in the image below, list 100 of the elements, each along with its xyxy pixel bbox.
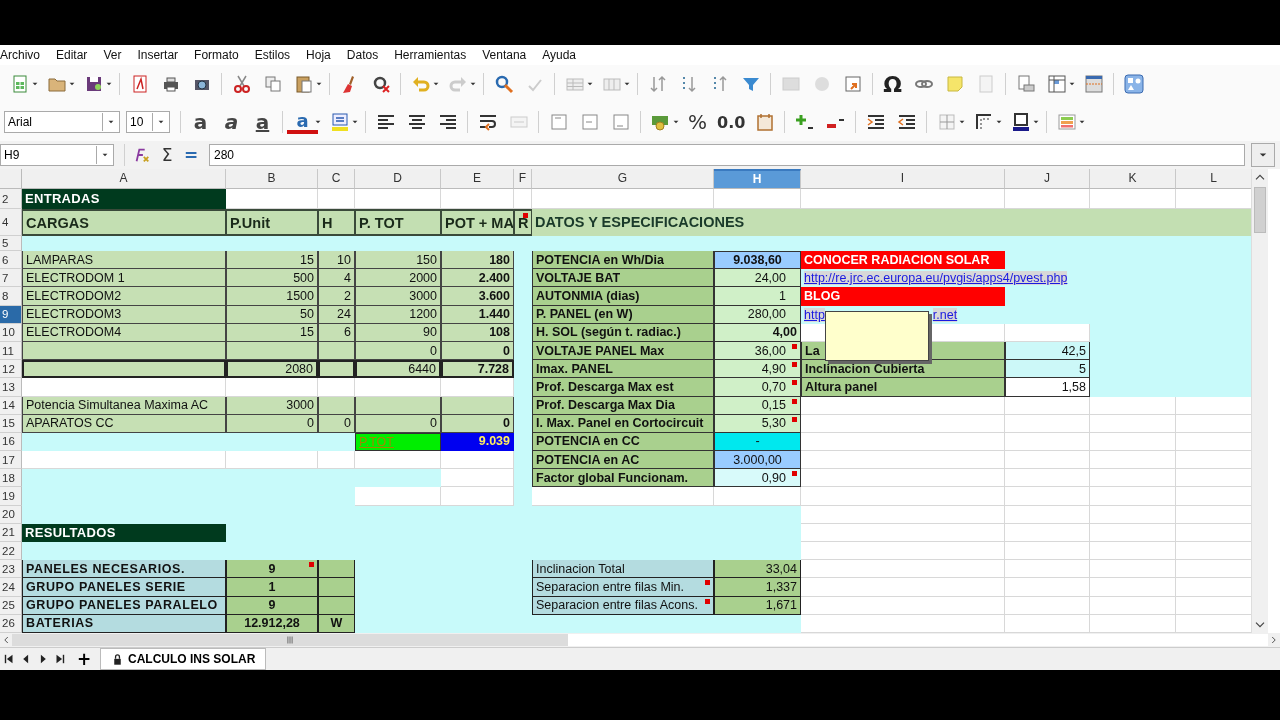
toolbar-button[interactable]: a bbox=[216, 108, 247, 136]
conditional-format-icon[interactable] bbox=[1056, 112, 1077, 132]
toolbar-button[interactable]: a bbox=[287, 110, 318, 134]
add-sheet-button[interactable]: + bbox=[72, 649, 96, 669]
increase-indent-icon[interactable] bbox=[865, 112, 886, 132]
pivot-table-icon[interactable] bbox=[842, 74, 863, 94]
sort-icon[interactable] bbox=[647, 74, 668, 94]
copy-icon[interactable] bbox=[262, 74, 283, 94]
calendar-icon[interactable] bbox=[754, 112, 775, 132]
column-header[interactable]: K bbox=[1090, 169, 1176, 189]
sheet-tab[interactable]: CALCULO INS SOLAR bbox=[100, 648, 267, 670]
highlight-icon[interactable] bbox=[329, 112, 350, 132]
cell-text: R bbox=[518, 214, 529, 231]
menu-item[interactable]: Estilos bbox=[254, 48, 291, 62]
toolbar-button[interactable]: Ω bbox=[877, 70, 908, 98]
cell-text: VOLTAJE BAT bbox=[536, 270, 621, 285]
row-header[interactable]: 22 bbox=[0, 542, 22, 561]
column-header[interactable]: L bbox=[1176, 169, 1251, 189]
cell-text: BLOG bbox=[804, 288, 841, 303]
wrap-text-icon[interactable] bbox=[477, 112, 498, 132]
row-header[interactable]: 2 bbox=[0, 189, 22, 209]
vertical-scrollbar[interactable] bbox=[1251, 169, 1268, 633]
menu-item[interactable]: Datos bbox=[346, 48, 379, 62]
cell-text: - bbox=[755, 434, 760, 449]
hyperlink[interactable]: http bbox=[804, 307, 825, 322]
font-name-field[interactable]: Arial bbox=[4, 111, 120, 133]
toolbar-button[interactable]: 0.0 bbox=[713, 108, 750, 136]
decrease-indent-icon[interactable] bbox=[896, 112, 917, 132]
column-header[interactable]: C bbox=[318, 169, 355, 189]
row-header[interactable]: 23 bbox=[0, 560, 22, 579]
menu-item[interactable]: Editar bbox=[56, 48, 88, 62]
menu-item[interactable]: Formato bbox=[194, 48, 239, 62]
cell-text: POTENCIA en AC bbox=[536, 452, 640, 467]
shapes-icon[interactable] bbox=[1123, 74, 1144, 94]
row-header[interactable]: 13 bbox=[0, 378, 22, 397]
cell-text: 36,00 bbox=[754, 343, 786, 358]
tab-label[interactable]: CALCULO INS SOLAR bbox=[128, 652, 256, 666]
menu-item[interactable]: Ayuda bbox=[542, 48, 577, 62]
toolbar-button[interactable]: % bbox=[682, 108, 713, 136]
menu-item[interactable]: Insertar bbox=[137, 48, 179, 62]
scrollbar-thumb[interactable] bbox=[12, 634, 568, 646]
menu-item[interactable]: Hoja bbox=[306, 48, 331, 62]
column-header[interactable]: D bbox=[355, 169, 441, 189]
column-header[interactable]: J bbox=[1005, 169, 1090, 189]
cell-text: 5,30 bbox=[761, 416, 786, 431]
hyperlink[interactable]: http://re.jrc.ec.europa.eu/pvgis/apps4/pvest.php bbox=[804, 271, 1068, 286]
column-header[interactable]: G bbox=[532, 169, 714, 189]
name-box[interactable]: H9 bbox=[0, 144, 114, 166]
border-style-icon[interactable] bbox=[973, 112, 994, 132]
toolbar-button[interactable]: = bbox=[179, 145, 203, 165]
menu-item[interactable]: Herramientas bbox=[394, 48, 467, 62]
cell-text: P. TOT bbox=[359, 214, 404, 231]
row-header[interactable]: 24 bbox=[0, 578, 22, 597]
scrollbar-thumb[interactable] bbox=[1254, 187, 1266, 233]
cell-text: 150 bbox=[416, 252, 437, 267]
cell-text: 90 bbox=[423, 325, 437, 340]
cell-text: 0 bbox=[503, 343, 510, 358]
row-header[interactable]: 18 bbox=[0, 469, 22, 488]
freeze-panes-icon[interactable] bbox=[1046, 74, 1067, 94]
row-header[interactable]: 7 bbox=[0, 269, 22, 288]
cell-text: Prof. Descarga Max est bbox=[536, 379, 674, 394]
align-left-icon[interactable] bbox=[375, 112, 396, 132]
print-range-icon[interactable] bbox=[1015, 74, 1036, 94]
column-header[interactable]: B bbox=[226, 169, 318, 189]
row-header[interactable]: 17 bbox=[0, 451, 22, 470]
row-header[interactable]: 5 bbox=[0, 236, 22, 251]
hyperlink[interactable]: r.net bbox=[932, 307, 958, 322]
formula-input[interactable]: 280 bbox=[209, 144, 1245, 166]
column-header[interactable]: F bbox=[514, 169, 532, 189]
row-header[interactable]: 19 bbox=[0, 487, 22, 506]
toolbar-button[interactable]: Σ bbox=[155, 145, 179, 165]
scissors-icon[interactable] bbox=[231, 74, 252, 94]
row-header[interactable]: 8 bbox=[0, 287, 22, 306]
cell-text: 1 bbox=[779, 288, 786, 303]
split-window-icon[interactable] bbox=[1083, 74, 1104, 94]
cell-text: APARATOS CC bbox=[26, 416, 114, 431]
align-right-icon[interactable] bbox=[437, 112, 458, 132]
clipboard-icon[interactable] bbox=[293, 74, 314, 94]
column-header[interactable]: E bbox=[441, 169, 514, 189]
column-header[interactable]: I bbox=[801, 169, 1005, 189]
function-wizard-icon[interactable] bbox=[133, 146, 151, 164]
cell-text: ELECTRODOM3 bbox=[26, 307, 122, 322]
cell-text: 2.400 bbox=[478, 270, 510, 285]
menu-item[interactable]: Ver bbox=[103, 48, 122, 62]
menu-item[interactable]: Ventana bbox=[482, 48, 527, 62]
menu-item[interactable]: Archivo bbox=[0, 48, 40, 62]
cell-text: ELECTRODOM 1 bbox=[26, 270, 125, 285]
add-decimal-icon[interactable] bbox=[794, 112, 815, 132]
cell-text: 15 bbox=[300, 252, 314, 267]
row-header[interactable]: 6 bbox=[0, 251, 22, 270]
toolbar-button[interactable]: a bbox=[185, 108, 216, 136]
border-color-icon[interactable] bbox=[1010, 112, 1031, 132]
column-header[interactable]: A bbox=[22, 169, 226, 189]
font-size-field[interactable]: 10 bbox=[126, 111, 170, 133]
row-header[interactable]: 12 bbox=[0, 360, 22, 379]
field-value: 10 bbox=[129, 115, 145, 129]
row-header[interactable]: 4 bbox=[0, 209, 22, 236]
find-replace-icon[interactable] bbox=[493, 74, 514, 94]
align-center-icon[interactable] bbox=[406, 112, 427, 132]
toolbar-button[interactable]: a bbox=[247, 108, 278, 136]
